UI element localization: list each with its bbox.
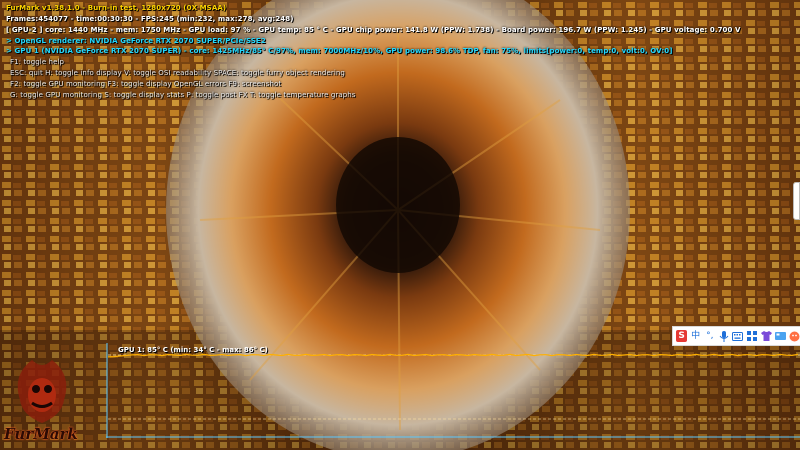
avatar-icon[interactable]: [789, 330, 800, 342]
keyboard-icon[interactable]: [732, 330, 744, 342]
help-line: F1: toggle help: [10, 58, 65, 66]
ime-toolbar[interactable]: S 中 °,: [672, 326, 800, 346]
shirt-icon[interactable]: [760, 330, 772, 342]
skin-icon[interactable]: [774, 330, 786, 342]
osd-renderer-line: > OpenGL renderer: NVIDIA GeForce RTX 20…: [6, 37, 266, 45]
graph-label: GPU 1: 85° C (min: 34° C - max: 86° C): [118, 346, 268, 354]
furmark-logo-text: FurMark: [4, 425, 78, 443]
mic-icon[interactable]: [718, 330, 729, 342]
osd-stats: Frames:454077 - time:00:30:30 - FPS:245 …: [6, 15, 294, 23]
help-line: ESC: quit H: toggle info display V: togg…: [10, 69, 345, 77]
apps-icon[interactable]: [747, 330, 758, 342]
osd-gpu1-line: > GPU 1 (NVIDIA GeForce RTX 2070 SUPER) …: [6, 47, 673, 55]
side-scroll-handle[interactable]: [793, 182, 800, 220]
help-line: F2: toggle GPU monitoring F3: toggle dis…: [10, 80, 282, 88]
gpu-temp-series: [107, 353, 799, 358]
sogou-logo-icon[interactable]: S: [676, 330, 688, 342]
osd-title: FurMark v1.38.1.0 - Burn-in test, 1280x7…: [6, 4, 227, 12]
osd-gpu2-line: [ GPU-2 ] core: 1440 MHz - mem: 1750 MHz…: [6, 26, 741, 34]
punctuation-icon[interactable]: °,: [704, 330, 715, 342]
gpu-temperature-graph: [106, 343, 800, 438]
chinese-mode-icon[interactable]: 中: [690, 330, 701, 342]
help-line: G: toggle GPU monitoring S: toggle displ…: [10, 91, 356, 99]
